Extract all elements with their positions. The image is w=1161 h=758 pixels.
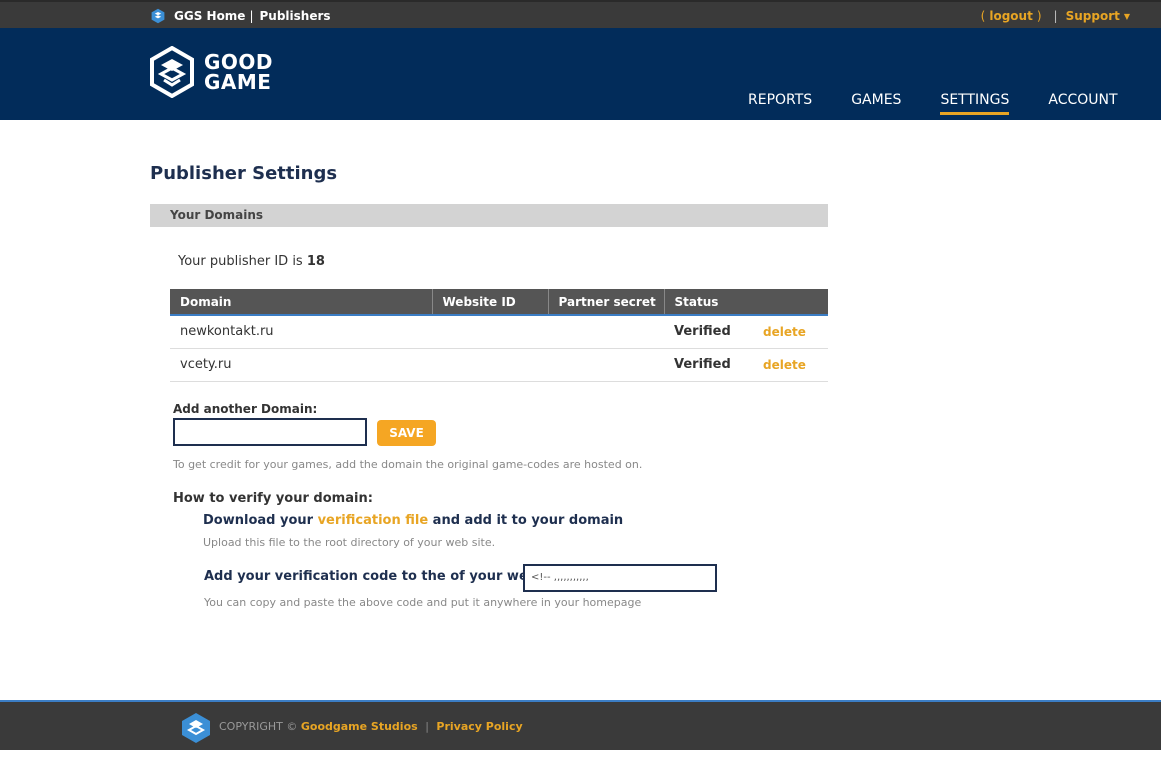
ggs-home-link[interactable]: GGS Home <box>174 9 245 23</box>
publishers-link[interactable]: Publishers <box>260 9 331 23</box>
section-heading: Your Domains <box>150 204 828 227</box>
verification-file-link[interactable]: verification file <box>318 513 429 528</box>
page-bottom-margin <box>0 750 1161 758</box>
domain-cell: vcety.ru <box>170 348 432 382</box>
column-header-partner-secret: Partner secret <box>548 289 665 316</box>
privacy-policy-link[interactable]: Privacy Policy <box>436 720 522 733</box>
add-domain-label: Add another Domain: <box>173 402 318 416</box>
copyright-text: COPYRIGHT © <box>219 720 298 733</box>
domains-table: Domain Website ID Partner secret Status … <box>170 289 828 382</box>
download-instruction: Download your verification file and add … <box>203 513 623 528</box>
column-header-website-id: Website ID <box>432 289 549 316</box>
goodgame-footer-logo-icon <box>182 713 210 743</box>
topbar-divider: | <box>1053 9 1058 23</box>
download-prefix: Download your <box>203 513 318 528</box>
goodgame-logo-icon <box>150 46 194 98</box>
domain-cell: newkontakt.ru <box>170 315 432 349</box>
table-row: vcety.ru Verified delete <box>170 348 828 382</box>
delete-link[interactable]: delete <box>753 315 828 349</box>
top-bar-right: ( logout ) | Support ▼ <box>977 2 1130 30</box>
support-menu[interactable]: Support <box>1066 9 1120 23</box>
site-header: GOOD GAME REPORTS GAMES SETTINGS ACCOUNT <box>0 28 1161 120</box>
goodgame-logo[interactable]: GOOD GAME <box>150 46 273 98</box>
publisher-id-label: Your publisher ID is <box>178 254 307 269</box>
table-header-row: Domain Website ID Partner secret Status <box>170 289 828 316</box>
chevron-down-icon: ▼ <box>1123 11 1130 21</box>
delete-link[interactable]: delete <box>753 348 828 382</box>
partner-secret-cell <box>548 315 664 349</box>
add-domain-hint: To get credit for your games, add the do… <box>173 458 643 471</box>
column-header-domain: Domain <box>170 289 433 316</box>
open-paren: ( <box>980 9 986 23</box>
partner-secret-cell <box>548 348 664 382</box>
footer-divider: | <box>425 720 429 733</box>
save-button[interactable]: SAVE <box>377 420 436 446</box>
publisher-id-text: Your publisher ID is 18 <box>178 254 325 269</box>
download-hint: Upload this file to the root directory o… <box>203 536 496 549</box>
add-domain-input[interactable] <box>173 418 367 446</box>
logout-link[interactable]: logout <box>989 9 1032 23</box>
verification-code-hint: You can copy and paste the above code an… <box>204 596 642 609</box>
verify-heading: How to verify your domain: <box>173 491 373 506</box>
website-id-cell <box>432 315 548 349</box>
main-nav: REPORTS GAMES SETTINGS ACCOUNT <box>748 92 1118 115</box>
download-suffix: and add it to your domain <box>428 513 624 528</box>
column-header-status: Status <box>664 289 828 316</box>
table-row: newkontakt.ru Verified delete <box>170 315 828 349</box>
topbar-separator: | <box>249 9 254 23</box>
nav-reports[interactable]: REPORTS <box>748 92 812 115</box>
top-bar-left: GGS Home | Publishers <box>150 2 331 30</box>
top-bar: GGS Home | Publishers ( logout ) | Suppo… <box>0 0 1161 30</box>
site-footer: COPYRIGHT © Goodgame Studios | Privacy P… <box>0 700 1161 750</box>
nav-settings[interactable]: SETTINGS <box>940 92 1010 115</box>
publisher-id-value: 18 <box>306 254 325 269</box>
verification-code-field[interactable]: <!-- ,,,,,,,,,,, <box>523 564 717 592</box>
ggs-logo-icon <box>151 8 165 24</box>
nav-account[interactable]: ACCOUNT <box>1048 92 1117 115</box>
page-title: Publisher Settings <box>150 163 338 184</box>
goodgame-studios-link[interactable]: Goodgame Studios <box>301 720 418 733</box>
close-paren: ) <box>1036 9 1042 23</box>
nav-games[interactable]: GAMES <box>851 92 901 115</box>
status-cell: Verified <box>664 315 753 349</box>
verification-code-label: Add your verification code to the of you… <box>204 569 565 584</box>
footer-text: COPYRIGHT © Goodgame Studios | Privacy P… <box>219 720 523 733</box>
brand-line-2: GAME <box>204 70 272 94</box>
website-id-cell <box>432 348 548 382</box>
brand-line-1: GOOD <box>204 50 274 74</box>
status-cell: Verified <box>664 348 753 382</box>
